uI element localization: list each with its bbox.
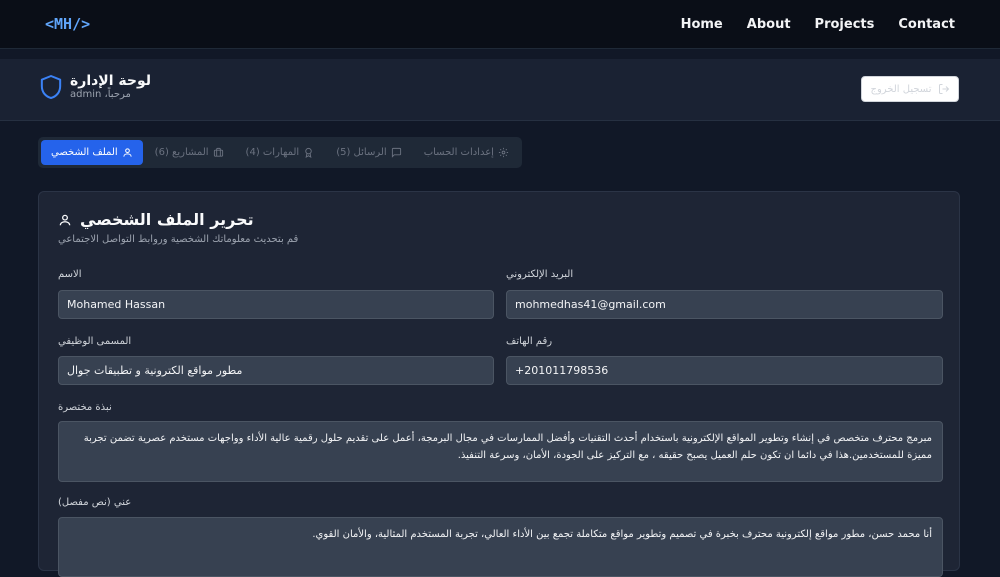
top-navbar: <MH/> Home About Projects Contact xyxy=(0,0,1000,49)
gear-icon xyxy=(498,147,509,158)
nav-link-contact[interactable]: Contact xyxy=(898,17,955,32)
welcome-text: مرحباً، admin xyxy=(70,89,131,100)
card-header: تحرير الملف الشخصي xyxy=(58,210,254,229)
dashboard-tabs: الملف الشخصي المشاريع (6) المهارات (4) ا… xyxy=(38,137,522,168)
tab-projects[interactable]: المشاريع (6) xyxy=(145,140,234,165)
email-label: البريد الإلكتروني xyxy=(506,269,574,280)
name-label: الاسم xyxy=(58,269,82,280)
about-label: عني (نص مفصل) xyxy=(58,497,132,508)
nav-link-about[interactable]: About xyxy=(747,17,791,32)
award-icon xyxy=(303,147,314,158)
dashboard-title: لوحة الإدارة xyxy=(70,73,152,89)
admin-header: لوحة الإدارة مرحباً، admin تسجيل الخروج xyxy=(0,59,1000,121)
logout-button[interactable]: تسجيل الخروج xyxy=(861,76,959,102)
tab-messages[interactable]: الرسائل (5) xyxy=(326,140,412,165)
shield-icon xyxy=(40,74,62,100)
logout-label: تسجيل الخروج xyxy=(870,83,932,95)
tab-label: المهارات (4) xyxy=(245,147,300,158)
tab-label: إعدادات الحساب xyxy=(423,147,494,158)
dashboard-brand: لوحة الإدارة مرحباً، admin xyxy=(40,73,151,100)
tab-profile[interactable]: الملف الشخصي xyxy=(41,140,143,165)
tab-label: الرسائل (5) xyxy=(336,147,387,158)
tab-skills[interactable]: المهارات (4) xyxy=(236,140,325,165)
nav-link-projects[interactable]: Projects xyxy=(815,17,875,32)
job-title-input[interactable]: مطور مواقع الكترونية و تطبيقات جوال xyxy=(58,356,494,385)
message-icon xyxy=(391,147,402,158)
bio-label: نبذة مختصرة xyxy=(58,402,112,413)
user-icon xyxy=(122,147,133,158)
profile-edit-card: تحرير الملف الشخصي قم بتحديث معلوماتك ال… xyxy=(38,191,960,577)
bio-textarea[interactable]: مبرمج محترف متخصص في إنشاء وتطوير المواق… xyxy=(58,421,943,482)
tab-label: الملف الشخصي xyxy=(51,147,118,158)
user-icon xyxy=(58,213,72,227)
tab-account-settings[interactable]: إعدادات الحساب xyxy=(414,140,519,165)
site-logo[interactable]: <MH/> xyxy=(45,15,90,33)
briefcase-icon xyxy=(213,147,224,158)
name-input[interactable]: Mohamed Hassan xyxy=(58,290,494,319)
logout-icon xyxy=(938,83,950,95)
job-title-label: المسمى الوظيفي xyxy=(58,336,132,347)
nav-links: Home About Projects Contact xyxy=(681,17,955,32)
email-input[interactable]: mohmedhas41@gmail.com xyxy=(506,290,943,319)
card-title: تحرير الملف الشخصي xyxy=(80,210,254,229)
about-textarea[interactable]: أنا محمد حسن، مطور مواقع إلكترونية محترف… xyxy=(58,517,943,577)
phone-label: رقم الهاتف xyxy=(506,336,553,347)
card-subtitle: قم بتحديث معلوماتك الشخصية وروابط التواص… xyxy=(58,234,299,245)
phone-input[interactable]: +201011798536 xyxy=(506,356,943,385)
nav-link-home[interactable]: Home xyxy=(681,17,723,32)
tab-label: المشاريع (6) xyxy=(154,147,209,158)
